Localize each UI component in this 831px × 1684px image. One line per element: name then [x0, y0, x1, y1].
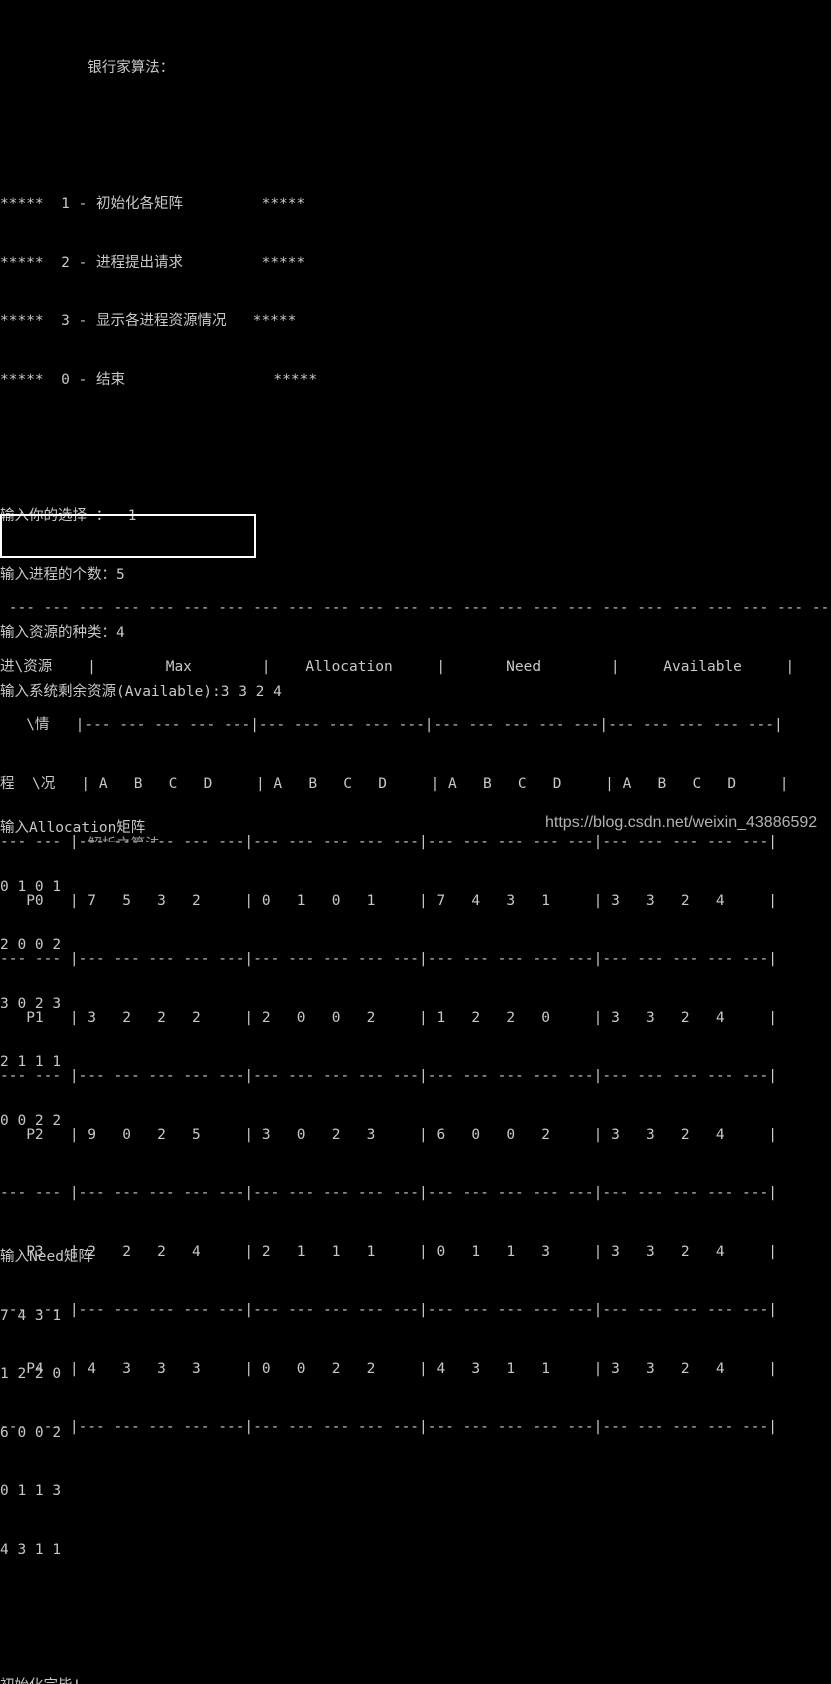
prompt-choice: 输入你的选择 ： 1 — [0, 508, 137, 524]
need-input-row: 4 3 1 1 — [0, 1541, 62, 1558]
watermark-url: https://blog.csdn.net/weixin_43886592 — [545, 814, 818, 831]
table-rule-top: --- --- --- --- --- --- --- --- --- --- … — [0, 600, 831, 616]
table-row: P2 | 9 0 2 5 | 3 0 2 3 | 6 0 0 2 | 3 3 2… — [0, 1126, 777, 1143]
table-row: P4 | 4 3 3 3 | 0 0 2 2 | 4 3 1 1 | 3 3 2… — [0, 1360, 777, 1377]
status-init-done: 初始化完毕! — [0, 1677, 831, 1684]
menu-item-0[interactable]: ***** 0 - 结束 ***** — [0, 371, 831, 391]
menu-item-2[interactable]: ***** 2 - 进程提出请求 ***** — [0, 254, 831, 274]
table-row: P1 | 3 2 2 2 | 2 0 0 2 | 1 2 2 0 | 3 3 2… — [0, 1009, 777, 1026]
menu-item-3[interactable]: ***** 3 - 显示各进程资源情况 ***** — [0, 312, 831, 332]
table-row: P3 | 2 2 2 4 | 2 1 1 1 | 0 1 1 3 | 3 3 2… — [0, 1243, 777, 1260]
table-header-row-1: 进\资源 | Max | Allocation | Need | Availab… — [0, 658, 795, 675]
menu-item-1[interactable]: ***** 1 - 初始化各矩阵 ***** — [0, 195, 831, 215]
table-rule: --- --- |--- --- --- --- ---|--- --- ---… — [0, 1185, 777, 1201]
table-clipped-next-line: 解析之算法 — [0, 836, 831, 842]
table-rule: --- --- |--- --- --- --- ---|--- --- ---… — [0, 951, 777, 967]
table-row: P0 | 7 5 3 2 | 0 1 0 1 | 7 4 3 1 | 3 3 2… — [0, 892, 777, 909]
table-header-row-2: \情 |--- --- --- --- ---|--- --- --- --- … — [0, 717, 783, 733]
table-rule: --- --- |--- --- --- --- ---|--- --- ---… — [0, 1302, 777, 1318]
table-rule: --- --- |--- --- --- --- ---|--- --- ---… — [0, 1068, 777, 1084]
resource-table: --- --- --- --- --- --- --- --- --- --- … — [0, 560, 831, 1435]
need-input-row: 0 1 1 3 — [0, 1483, 62, 1499]
page-title: 银行家算法： — [0, 59, 175, 76]
table-rule: --- --- |--- --- --- --- ---|--- --- ---… — [0, 1419, 777, 1435]
table-header-row-3: 程 \况 | A B C D | A B C D | A B C D | A B… — [0, 775, 789, 792]
